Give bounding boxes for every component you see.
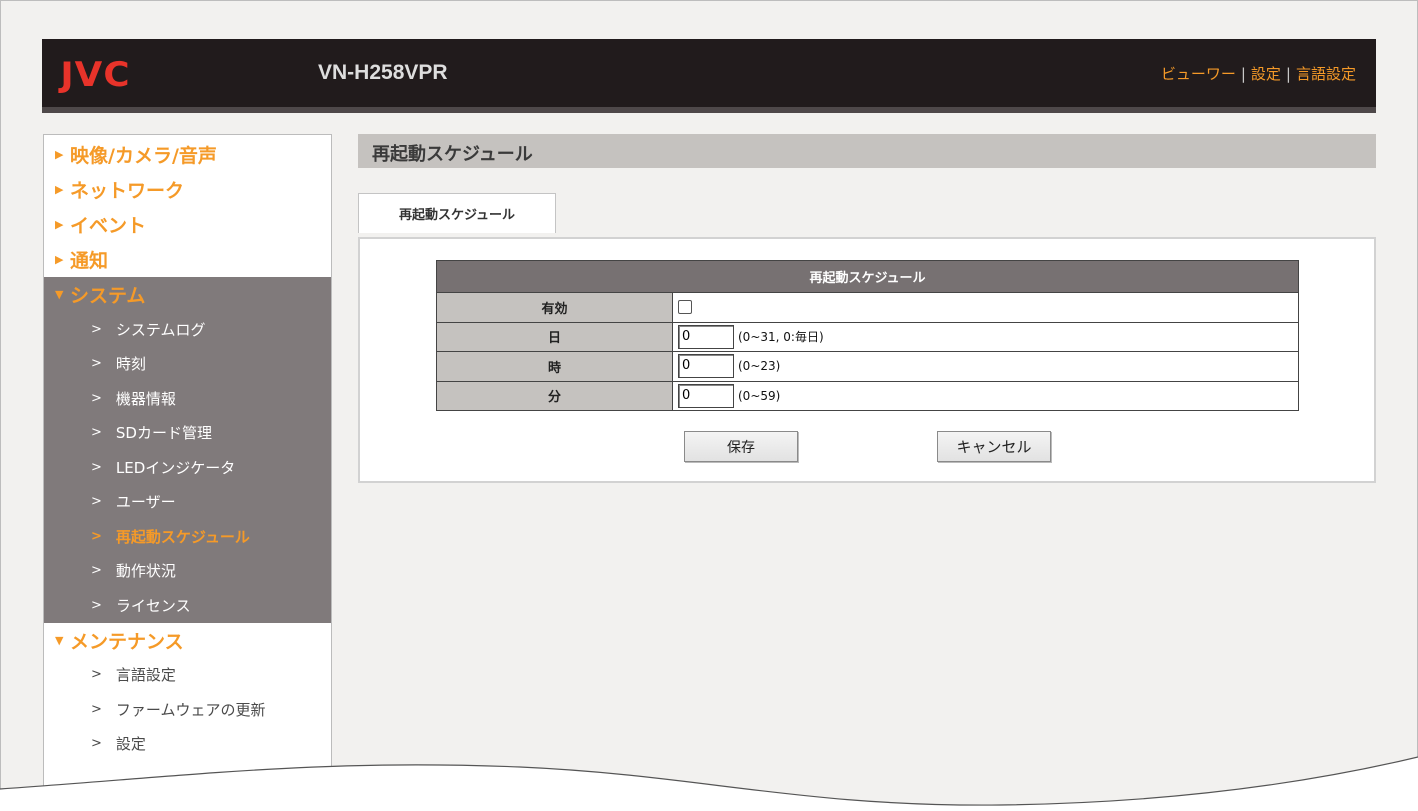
page-title: 再起動スケジュール — [372, 144, 533, 165]
sidebar-item-status[interactable]: > 動作状況 — [44, 554, 331, 589]
chevron-right-icon: > — [91, 356, 102, 372]
sidebar: ▶ 映像/カメラ/音声 ▶ ネットワーク ▶ イベント ▶ 通知 ▼ システム … — [43, 134, 332, 811]
jvc-logo[interactable]: JVC — [60, 55, 130, 95]
sidebar-item-label: ユーザー — [115, 493, 176, 512]
day-input[interactable]: 0 — [678, 324, 734, 349]
sidebar-item-led-indicator[interactable]: > LEDインジケータ — [44, 450, 331, 485]
day-range-hint: (0~31, 0:毎日) — [738, 330, 824, 345]
page-bottom-wave — [0, 756, 1418, 811]
model-name: VN-H258VPR — [318, 61, 448, 84]
sidebar-category-label: イベント — [70, 215, 147, 237]
sidebar-item-label: 動作状況 — [115, 562, 176, 581]
link-separator: | — [1240, 64, 1246, 83]
chevron-right-icon: > — [91, 701, 102, 717]
chevron-right-icon: > — [91, 425, 102, 441]
sidebar-category-label: 映像/カメラ/音声 — [70, 145, 217, 167]
sidebar-group-system: ▼ システム > システムログ > 時刻 > 機器情報 > SDカード管理 > LEDイン… — [44, 277, 331, 623]
table-row: 時 0 (0~23) — [436, 351, 1299, 382]
triangle-right-icon: ▶ — [55, 148, 64, 161]
sidebar-category-network[interactable]: ▶ ネットワーク — [44, 172, 331, 207]
page-title-bar: 再起動スケジュール — [358, 134, 1376, 168]
sidebar-item-user[interactable]: > ユーザー — [44, 485, 331, 520]
sidebar-item-firmware-update[interactable]: > ファームウェアの更新 — [44, 692, 331, 727]
triangle-right-icon: ▶ — [55, 253, 64, 266]
table-row: 有効 — [436, 292, 1299, 323]
triangle-down-icon: ▼ — [55, 633, 64, 647]
chevron-right-icon: > — [91, 459, 102, 475]
sidebar-category-video-camera-audio[interactable]: ▶ 映像/カメラ/音声 — [44, 137, 331, 172]
sidebar-item-label: LEDインジケータ — [115, 458, 236, 477]
reboot-schedule-table: 再起動スケジュール 有効 日 0 (0~31, 0:毎日) 時 0 (0~23) 分… — [436, 260, 1299, 411]
sidebar-item-label: 言語設定 — [115, 666, 176, 685]
minute-input[interactable]: 0 — [678, 383, 734, 408]
language-settings-link[interactable]: 言語設定 — [1296, 63, 1356, 84]
chevron-right-icon: > — [91, 390, 102, 406]
viewer-link[interactable]: ビューワー — [1161, 63, 1236, 84]
hour-label: 時 — [436, 351, 673, 382]
chevron-right-icon: > — [91, 528, 102, 544]
sidebar-category-label: 通知 — [70, 250, 109, 272]
sidebar-item-label: ファームウェアの更新 — [115, 700, 266, 719]
chevron-right-icon: > — [91, 321, 102, 337]
sidebar-category-event[interactable]: ▶ イベント — [44, 207, 331, 242]
triangle-down-icon: ▼ — [55, 288, 64, 301]
sidebar-item-time[interactable]: > 時刻 — [44, 347, 331, 382]
tab-reboot-schedule[interactable]: 再起動スケジュール — [358, 193, 556, 233]
settings-panel: 再起動スケジュール 有効 日 0 (0~31, 0:毎日) 時 0 (0~23) 分… — [358, 237, 1376, 483]
sidebar-item-sd-card[interactable]: > SDカード管理 — [44, 416, 331, 451]
triangle-right-icon: ▶ — [55, 183, 64, 196]
hour-input[interactable]: 0 — [678, 354, 734, 379]
sidebar-item-label: 時刻 — [115, 355, 146, 374]
triangle-right-icon: ▶ — [55, 218, 64, 231]
sidebar-category-system[interactable]: ▼ システム — [44, 277, 331, 312]
sidebar-item-label: 再起動スケジュール — [115, 527, 250, 546]
table-row: 日 0 (0~31, 0:毎日) — [436, 321, 1299, 352]
chevron-right-icon: > — [91, 667, 102, 683]
sidebar-category-notification[interactable]: ▶ 通知 — [44, 242, 331, 277]
sidebar-category-label: システム — [70, 285, 146, 307]
top-links: ビューワー | 設定 | 言語設定 — [1161, 63, 1356, 84]
minute-range-hint: (0~59) — [738, 388, 781, 403]
sidebar-item-reboot-schedule[interactable]: > 再起動スケジュール — [44, 519, 331, 554]
sidebar-group-maintenance: ▼ メンテナンス > 言語設定 > ファームウェアの更新 > 設定 — [44, 623, 331, 762]
sidebar-item-label: 機器情報 — [115, 389, 176, 408]
sidebar-category-label: ネットワーク — [70, 180, 185, 202]
sidebar-category-maintenance[interactable]: ▼ メンテナンス — [44, 623, 331, 658]
minute-label: 分 — [436, 380, 673, 411]
table-row: 分 0 (0~59) — [436, 380, 1299, 411]
sidebar-item-system-log[interactable]: > システムログ — [44, 312, 331, 347]
enabled-checkbox[interactable] — [678, 300, 692, 315]
header-bottom-bar — [42, 107, 1376, 113]
save-button[interactable]: 保存 — [684, 431, 798, 462]
sidebar-item-label: ライセンス — [115, 596, 191, 615]
table-header: 再起動スケジュール — [436, 260, 1299, 293]
sidebar-item-device-info[interactable]: > 機器情報 — [44, 381, 331, 416]
top-header: JVC VN-H258VPR ビューワー | 設定 | 言語設定 — [42, 39, 1376, 107]
sidebar-item-language[interactable]: > 言語設定 — [44, 658, 331, 693]
day-label: 日 — [436, 321, 673, 352]
link-separator: | — [1285, 64, 1291, 83]
settings-link[interactable]: 設定 — [1251, 63, 1281, 84]
cancel-button[interactable]: キャンセル — [937, 431, 1051, 462]
sidebar-item-license[interactable]: > ライセンス — [44, 588, 331, 623]
chevron-right-icon: > — [91, 563, 102, 579]
chevron-right-icon: > — [91, 494, 102, 510]
sidebar-item-label: SDカード管理 — [115, 424, 212, 443]
sidebar-category-label: メンテナンス — [70, 630, 184, 653]
hour-range-hint: (0~23) — [738, 359, 781, 374]
sidebar-item-label: システムログ — [115, 320, 206, 339]
enabled-label: 有効 — [436, 292, 673, 323]
chevron-right-icon: > — [91, 597, 102, 613]
